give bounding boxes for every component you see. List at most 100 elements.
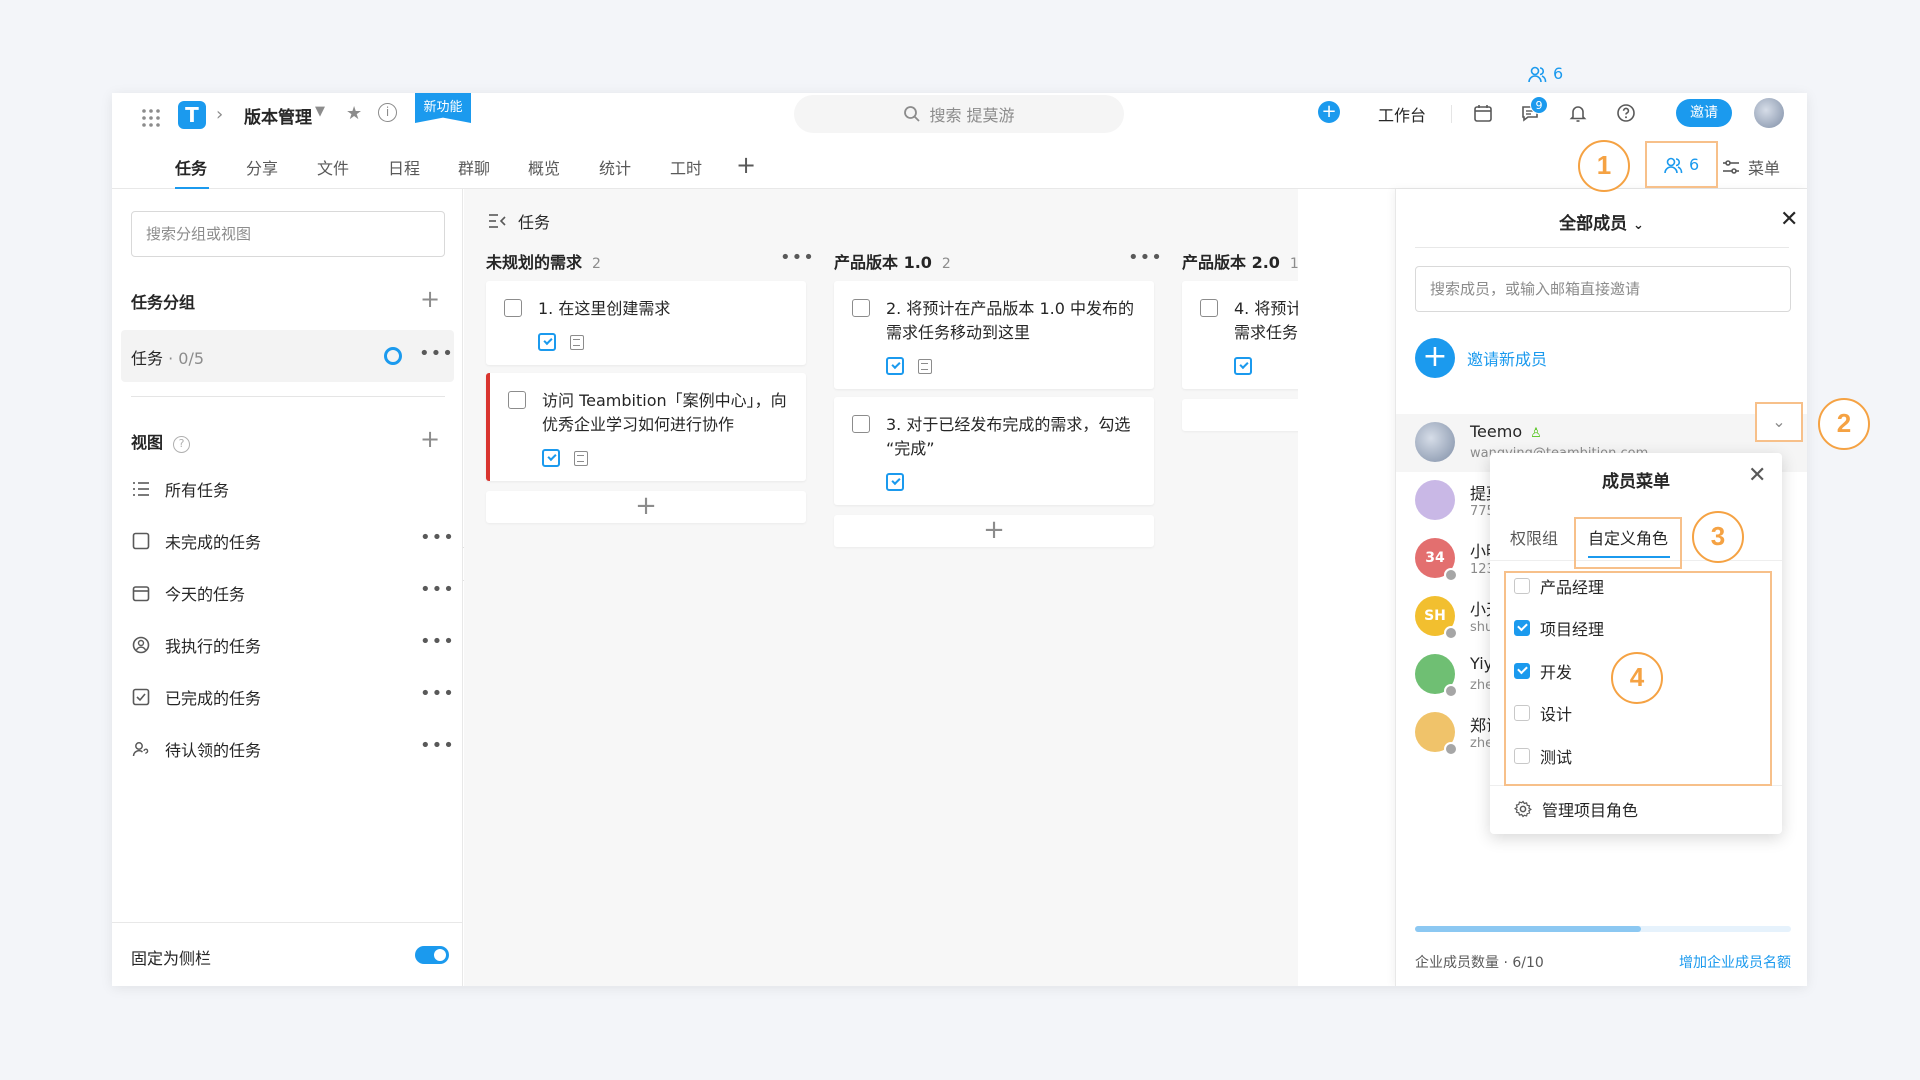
- more-icon[interactable]: •••: [420, 579, 455, 600]
- task-checkbox[interactable]: [508, 391, 526, 409]
- close-icon[interactable]: ✕: [1780, 207, 1798, 232]
- more-icon[interactable]: •••: [420, 735, 455, 756]
- project-name[interactable]: 版本管理: [244, 103, 312, 128]
- new-feature-badge[interactable]: 新功能: [415, 93, 471, 123]
- members-filter[interactable]: 全部成员 ⌄: [1396, 209, 1807, 234]
- enterprise-quota-fill: [1415, 926, 1641, 932]
- task-type-icon: [542, 449, 560, 467]
- enterprise-member-count: 企业成员数量 · 6/10: [1415, 955, 1544, 971]
- add-quota-link[interactable]: 增加企业成员名额: [1679, 952, 1791, 972]
- add-tab-icon[interactable]: +: [736, 151, 756, 179]
- calendar-icon[interactable]: [1471, 101, 1495, 125]
- member-menu-toggle[interactable]: ⌄: [1755, 402, 1803, 442]
- member-search-input[interactable]: 搜索成员，或输入邮箱直接邀请: [1415, 266, 1791, 312]
- tab-group-chat[interactable]: 群聊: [458, 155, 490, 179]
- view-unfinished-tasks[interactable]: 未完成的任务 •••: [131, 527, 454, 553]
- help-icon[interactable]: ?: [173, 436, 191, 453]
- close-icon[interactable]: ✕: [1748, 463, 1766, 488]
- calendar-icon: [131, 583, 151, 603]
- board-column: 产品版本 2.01 4. 将预计在产品版本 2.0 中发布的需求任务移动到这里 …: [1182, 249, 1298, 431]
- member-avatar: [1415, 422, 1455, 462]
- add-view-icon[interactable]: +: [420, 427, 440, 451]
- pin-sidebar-label: 固定为侧栏: [131, 949, 212, 968]
- task-checkbox[interactable]: [1200, 299, 1218, 317]
- invite-new-member[interactable]: + 邀请新成员: [1415, 338, 1547, 378]
- step-marker: 3: [1692, 511, 1744, 563]
- add-task-button[interactable]: +: [834, 515, 1154, 547]
- task-checkbox[interactable]: [852, 299, 870, 317]
- quick-add-button[interactable]: +: [1318, 101, 1340, 123]
- pin-sidebar-toggle[interactable]: [415, 946, 449, 964]
- task-sidebar: 搜索分组或视图 任务分组 + 任务 · 0/5 ••• 视图? + 所有任务 未…: [112, 189, 463, 986]
- members-button-overlay[interactable]: 6: [1663, 155, 1699, 174]
- star-icon[interactable]: ★: [346, 103, 362, 124]
- view-completed-tasks[interactable]: 已完成的任务 •••: [131, 683, 454, 709]
- project-tabs: 任务 分享 文件 日程 群聊 概览 统计 工时 +: [112, 145, 1807, 189]
- apps-grid-icon[interactable]: [140, 107, 162, 129]
- task-type-icon: [886, 473, 904, 491]
- top-bar: T › 版本管理 ▼ ★ i 新功能 搜索 提莫游 + 工作台 9 邀请: [112, 93, 1807, 145]
- caret-down-icon[interactable]: ▼: [315, 104, 325, 119]
- info-icon[interactable]: i: [378, 103, 397, 122]
- views-title: 视图?: [131, 429, 191, 453]
- invite-button[interactable]: 邀请: [1676, 99, 1732, 127]
- view-all-tasks[interactable]: 所有任务: [131, 477, 445, 501]
- note-icon: [570, 334, 584, 350]
- global-search[interactable]: 搜索 提莫游: [794, 95, 1124, 133]
- teambition-logo[interactable]: T: [178, 101, 206, 129]
- user-avatar[interactable]: [1754, 98, 1784, 128]
- workbench-link[interactable]: 工作台: [1378, 102, 1426, 126]
- menu-button[interactable]: 菜单: [1722, 155, 1780, 179]
- group-view-search[interactable]: 搜索分组或视图: [131, 211, 445, 257]
- status-dot: [1444, 742, 1458, 756]
- enterprise-quota-bar: [1415, 926, 1791, 932]
- tab-files[interactable]: 文件: [317, 155, 349, 179]
- tab-work-hours[interactable]: 工时: [670, 155, 702, 179]
- help-icon[interactable]: [1614, 101, 1638, 125]
- sliders-icon: [1722, 159, 1740, 175]
- members-button[interactable]: 6: [1527, 64, 1563, 83]
- list-icon: [131, 479, 151, 499]
- message-count-badge: 9: [1530, 96, 1548, 114]
- note-icon: [918, 358, 932, 374]
- divider: [1415, 247, 1789, 248]
- task-card[interactable]: 访问 Teambition「案例中心」，向优秀企业学习如何进行协作: [486, 373, 806, 481]
- bell-icon[interactable]: [1566, 101, 1590, 125]
- task-card[interactable]: 2. 将预计在产品版本 1.0 中发布的需求任务移动到这里: [834, 281, 1154, 389]
- task-type-icon: [538, 333, 556, 351]
- tab-schedule[interactable]: 日程: [388, 155, 420, 179]
- column-more-icon[interactable]: •••: [1128, 247, 1163, 268]
- view-today-tasks[interactable]: 今天的任务 •••: [131, 579, 454, 605]
- more-icon[interactable]: •••: [420, 631, 455, 652]
- task-group-item[interactable]: 任务 · 0/5 •••: [121, 330, 454, 382]
- board-column: 产品版本 1.0 2 ••• 2. 将预计在产品版本 1.0 中发布的需求任务移动…: [834, 247, 1162, 547]
- tab-statistics[interactable]: 统计: [599, 155, 631, 179]
- user-circle-icon: [131, 635, 151, 655]
- more-icon[interactable]: •••: [419, 343, 454, 364]
- view-unclaimed-tasks[interactable]: 待认领的任务 •••: [131, 735, 454, 761]
- add-task-button[interactable]: +: [1182, 399, 1298, 431]
- more-icon[interactable]: •••: [420, 683, 455, 704]
- manage-roles-button[interactable]: 管理项目角色: [1514, 797, 1638, 821]
- add-group-icon[interactable]: +: [420, 287, 440, 311]
- more-icon[interactable]: •••: [420, 527, 455, 548]
- view-my-tasks[interactable]: 我执行的任务 •••: [131, 631, 454, 657]
- task-card[interactable]: 1. 在这里创建需求: [486, 281, 806, 365]
- sidebar-toggle-icon[interactable]: [488, 213, 508, 229]
- add-task-button[interactable]: +: [486, 491, 806, 523]
- task-checkbox[interactable]: [852, 415, 870, 433]
- task-type-icon: [1234, 357, 1252, 375]
- column-more-icon[interactable]: •••: [780, 247, 815, 268]
- task-card[interactable]: 4. 将预计在产品版本 2.0 中发布的需求任务移动到这里: [1182, 281, 1298, 389]
- tab-permission-groups[interactable]: 权限组: [1510, 525, 1558, 549]
- tab-share[interactable]: 分享: [246, 155, 278, 179]
- tab-overview[interactable]: 概览: [528, 155, 560, 179]
- member-avatar: [1415, 480, 1455, 520]
- members-icon: [1663, 156, 1683, 174]
- task-checkbox[interactable]: [504, 299, 522, 317]
- panel-footer: 企业成员数量 · 6/10 增加企业成员名额: [1396, 920, 1807, 986]
- tab-tasks[interactable]: 任务: [175, 155, 207, 179]
- highlight-box: [1574, 517, 1682, 569]
- board-header: 任务: [488, 209, 550, 233]
- task-card[interactable]: 3. 对于已经发布完成的需求，勾选 “完成”: [834, 397, 1154, 505]
